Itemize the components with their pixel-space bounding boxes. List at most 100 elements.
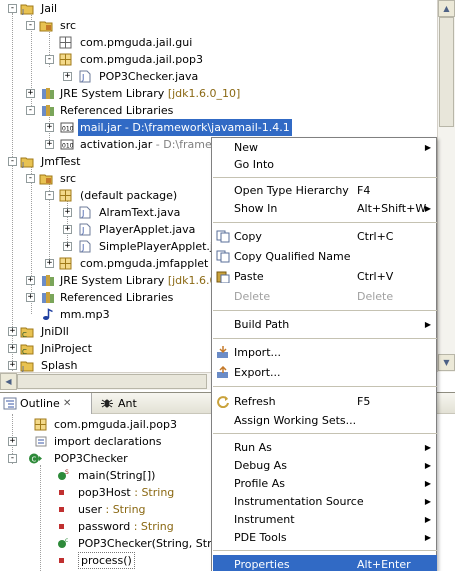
private-field-icon xyxy=(59,524,64,529)
menu-item-label: Export... xyxy=(234,366,281,379)
menu-item-go-into[interactable]: Go Into xyxy=(213,155,437,174)
music-note-icon xyxy=(43,308,53,320)
tree-item-label: mail.jar - D:\framework\javamail-1.4.1 xyxy=(78,119,292,136)
source-folder-icon xyxy=(39,174,53,185)
menu-item-instrument[interactable]: Instrument ▶ xyxy=(213,510,437,529)
scroll-down-button[interactable]: ▼ xyxy=(438,354,455,371)
jar-icon: 010 xyxy=(60,139,74,150)
menu-item-copy[interactable]: Copy Ctrl+C xyxy=(213,227,437,246)
svg-text:J: J xyxy=(21,161,24,168)
collapse-toggle[interactable]: - xyxy=(26,174,35,183)
collapse-toggle[interactable]: - xyxy=(45,191,54,200)
menu-item-label: Go Into xyxy=(234,158,275,171)
collapse-toggle[interactable]: - xyxy=(8,157,17,166)
submenu-arrow-icon: ▶ xyxy=(424,204,431,213)
menu-item-paste[interactable]: Paste Ctrl+V xyxy=(213,267,437,286)
menu-item-label: Properties xyxy=(234,558,290,571)
eclipse-window: - J Jail - src com.pmguda.jail.gui - com… xyxy=(0,0,455,571)
outline-item-label: user : String xyxy=(78,503,146,516)
source-folder-icon xyxy=(39,21,53,32)
tree-guide xyxy=(40,465,41,571)
menu-item-build-path[interactable]: Build Path ▶ xyxy=(213,315,437,334)
context-menu: New ▶ Go Into Open Type Hierarchy F4 Sho… xyxy=(211,137,437,571)
tree-item-label: mm.mp3 xyxy=(60,308,110,321)
menu-separator xyxy=(213,177,437,178)
package-declaration-icon xyxy=(34,418,47,431)
expand-toggle[interactable]: + xyxy=(8,344,17,353)
refresh-icon xyxy=(217,396,229,408)
svg-text:C: C xyxy=(22,348,27,355)
collapse-toggle[interactable]: - xyxy=(8,4,17,13)
expand-toggle[interactable]: + xyxy=(63,208,72,217)
expand-toggle[interactable]: + xyxy=(8,437,17,446)
menu-item-shortcut: Alt+Enter xyxy=(357,558,411,571)
c-project-icon: C xyxy=(20,344,34,355)
expand-toggle[interactable]: + xyxy=(8,361,17,370)
svg-text:J: J xyxy=(81,73,84,82)
collapse-toggle[interactable]: - xyxy=(26,106,35,115)
menu-item-pde-tools[interactable]: PDE Tools ▶ xyxy=(213,528,437,547)
package-explorer-vertical-scrollbar[interactable]: ▲ ▼ xyxy=(437,0,455,372)
menu-item-export[interactable]: Export... xyxy=(213,363,437,382)
expand-toggle[interactable]: + xyxy=(45,259,54,268)
paste-icon xyxy=(216,271,230,283)
scroll-thumb[interactable] xyxy=(17,374,207,389)
menu-item-debug-as[interactable]: Debug As ▶ xyxy=(213,456,437,475)
tab-outline[interactable]: Outline ✕ xyxy=(0,393,92,414)
private-field-icon xyxy=(59,490,64,495)
tree-item-label: SimplePlayerApplet.jav xyxy=(99,240,227,253)
expand-toggle[interactable]: + xyxy=(26,276,35,285)
tab-ant[interactable]: Ant xyxy=(98,393,158,414)
expand-toggle[interactable]: + xyxy=(8,327,17,336)
menu-item-show-in[interactable]: Show In Alt+Shift+W ▶ xyxy=(213,199,437,218)
tree-item-label: (default package) xyxy=(80,189,178,202)
menu-item-run-as[interactable]: Run As ▶ xyxy=(213,438,437,457)
collapse-toggle[interactable]: - xyxy=(8,454,17,463)
menu-item-open-type-hierarchy[interactable]: Open Type Hierarchy F4 xyxy=(213,181,437,200)
tree-item-decoration: [jdk1.6.0_10] xyxy=(167,87,241,100)
collapse-toggle[interactable]: - xyxy=(45,55,54,64)
menu-separator xyxy=(213,338,437,339)
svg-text:J: J xyxy=(21,8,24,15)
tree-item-label: JniProject xyxy=(41,342,92,355)
java-project-icon: J xyxy=(20,361,34,372)
expand-toggle[interactable]: + xyxy=(26,89,35,98)
menu-item-assign-working-sets[interactable]: Assign Working Sets... xyxy=(213,411,437,430)
menu-item-label: Delete xyxy=(234,290,271,303)
svg-text:010: 010 xyxy=(62,143,74,150)
tree-item-label: Referenced Libraries xyxy=(60,291,174,304)
import-icon xyxy=(217,346,228,358)
expand-toggle[interactable]: + xyxy=(63,225,72,234)
menu-item-profile-as[interactable]: Profile As ▶ xyxy=(213,474,437,493)
java-project-icon: J xyxy=(20,157,34,168)
tab-ant-label: Ant xyxy=(118,397,137,410)
outline-item-label: import declarations xyxy=(54,435,162,448)
menu-item-refresh[interactable]: Refresh F5 xyxy=(213,392,437,411)
menu-item-label: Copy Qualified Name xyxy=(234,250,351,263)
tree-item-label: JRE System Library [jdk1.6.0_1 xyxy=(60,274,229,287)
menu-item-label: PDE Tools xyxy=(234,531,287,544)
menu-item-import[interactable]: Import... xyxy=(213,343,437,362)
expand-toggle[interactable]: + xyxy=(26,293,35,302)
menu-item-instrumentation-source[interactable]: Instrumentation Source ▶ xyxy=(213,492,437,511)
collapse-toggle[interactable]: - xyxy=(26,21,35,30)
close-icon[interactable]: ✕ xyxy=(63,393,71,414)
expand-toggle[interactable]: + xyxy=(63,242,72,251)
library-icon xyxy=(42,292,54,303)
scroll-up-button[interactable]: ▲ xyxy=(438,0,455,17)
expand-toggle[interactable]: + xyxy=(45,140,54,149)
outline-icon xyxy=(3,397,17,410)
scroll-thumb[interactable] xyxy=(439,17,454,127)
menu-item-shortcut: Delete xyxy=(357,290,394,303)
public-static-method-icon: S xyxy=(58,469,69,480)
expand-toggle[interactable]: + xyxy=(45,123,54,132)
submenu-arrow-icon: ▶ xyxy=(424,320,431,329)
menu-separator xyxy=(213,310,437,311)
menu-item-copy-qualified-name[interactable]: Copy Qualified Name xyxy=(213,247,437,266)
menu-item-properties[interactable]: Properties Alt+Enter xyxy=(213,555,437,571)
expand-toggle[interactable]: + xyxy=(63,72,72,81)
scroll-left-button[interactable]: ◀ xyxy=(0,373,17,390)
svg-text:010: 010 xyxy=(62,126,74,133)
java-file-icon: J xyxy=(79,70,91,83)
menu-item-delete[interactable]: Delete Delete xyxy=(213,287,437,306)
